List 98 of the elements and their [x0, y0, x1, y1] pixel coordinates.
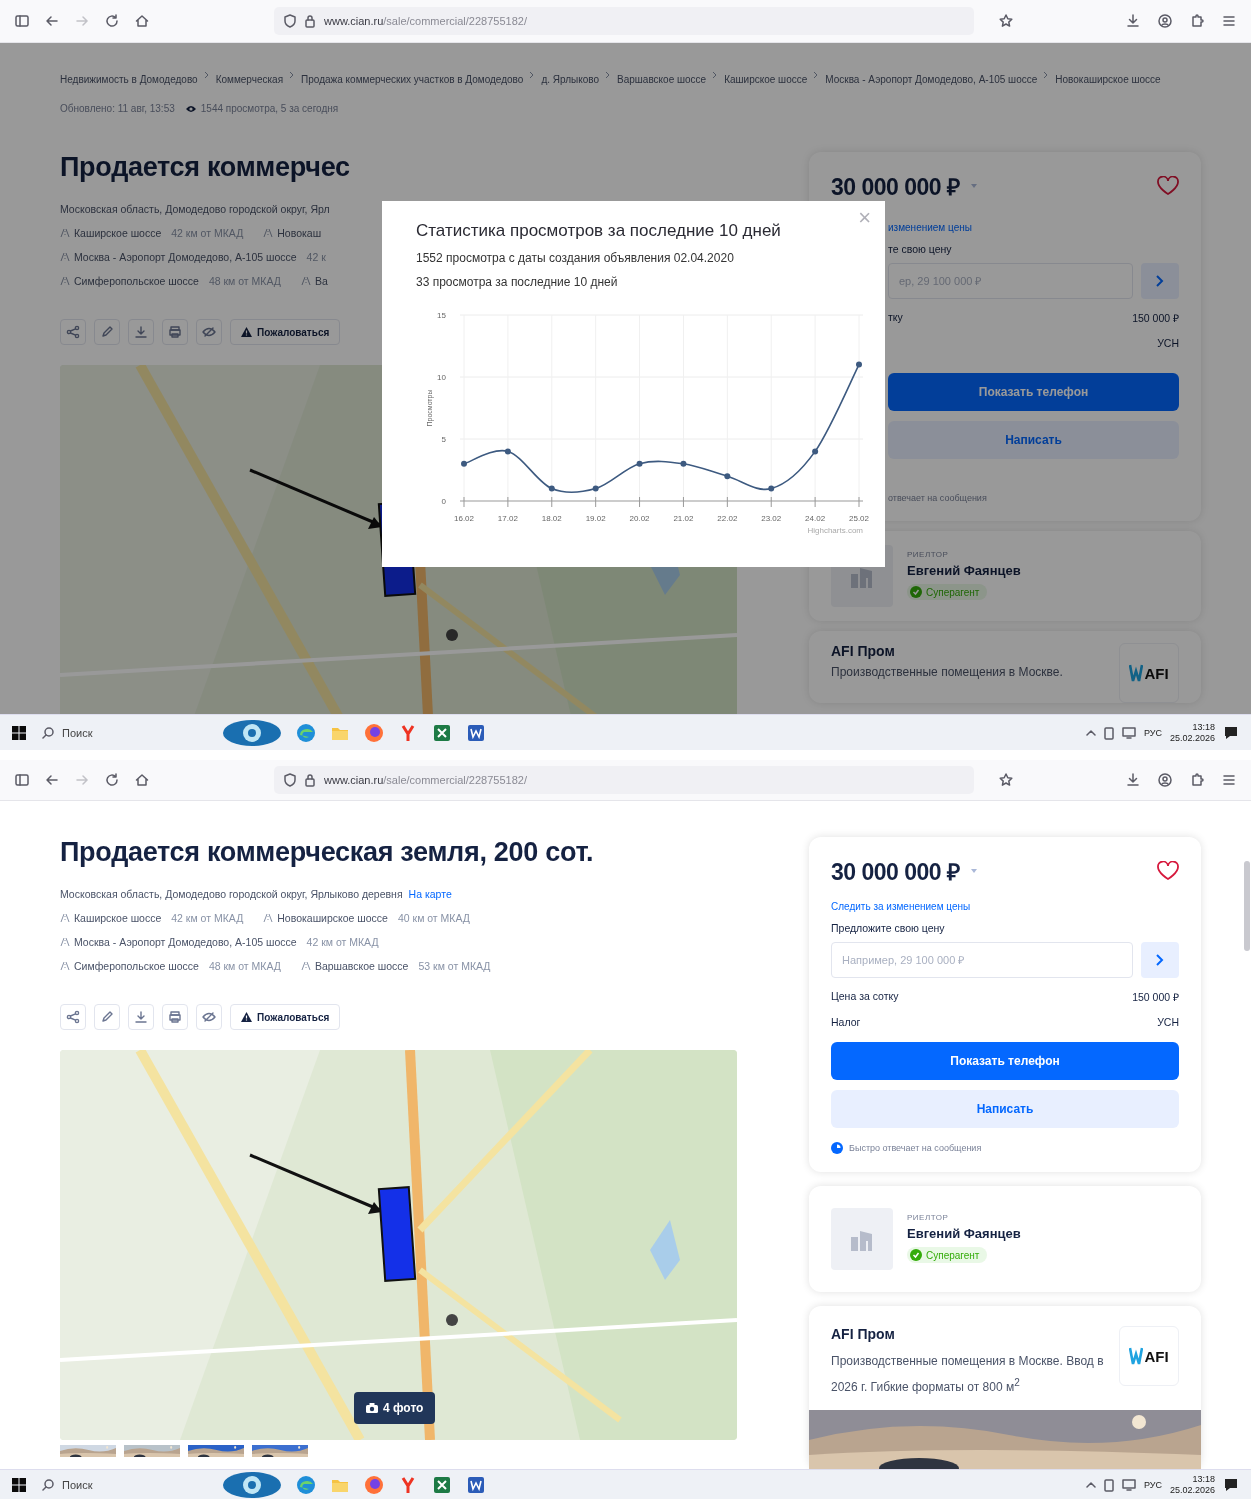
url-text: www.cian.ru/sale/commercial/228755182/ [324, 15, 527, 27]
price-text: 30 000 000 ₽ [831, 173, 960, 202]
distance-text: 40 км от МКАД [397, 911, 470, 926]
x-tick-label: 22.02 [717, 514, 738, 523]
x-tick-label: 19.02 [585, 514, 606, 523]
x-tick-label: 23.02 [761, 514, 782, 523]
map-link[interactable]: На карте [408, 888, 452, 900]
distance-text: 42 км от МКАД [171, 226, 244, 241]
show-phone-button[interactable]: Показать телефон [888, 373, 1179, 411]
highway-link[interactable]: Новокаширское шоссе [277, 906, 388, 930]
distance-text: 42 км от МКАД [171, 911, 244, 926]
taskbar-search[interactable]: Поиск [36, 720, 192, 745]
stats-text: 1552 просмотра с даты создания объявления 02.04.2020 [416, 251, 735, 265]
x-tick-label: 21.02 [673, 514, 694, 523]
detail-label: Цена за сотку [831, 990, 899, 1004]
show-phone-button[interactable]: Показать телефон [831, 1042, 1179, 1080]
update-date: Обновлено: 11 авг, 13:53 [60, 103, 175, 114]
distance-text: 42 к [306, 250, 326, 265]
x-tick-label: 16.02 [454, 514, 474, 523]
detail-value: УСН [1157, 337, 1179, 349]
highway-link[interactable]: Варшавское шоссе [314, 954, 409, 978]
highway-link[interactable]: Каширское шоссе [74, 906, 162, 930]
watch-price-link[interactable]: Следить за изменением цены [831, 901, 1179, 912]
clock-date[interactable]: 25.02.2026 [1169, 732, 1215, 744]
distance-text: 53 км от МКАД [418, 959, 491, 974]
highway-link[interactable]: Москва - Аэропорт Домодедово, А-105 шоссе [74, 930, 297, 954]
stats-text: 33 просмотра за последние 10 дней [416, 275, 619, 289]
y-tick-label: 15 [437, 311, 446, 320]
distance-text: 48 км от МКАД [208, 959, 281, 974]
language-indicator[interactable]: РУС [1143, 727, 1162, 738]
address-text: Московская область, Домодедово городской округ, Ярлыково деревня [60, 888, 403, 900]
highway-link[interactable]: Ва [314, 269, 328, 293]
detail-label: Налог [831, 1016, 861, 1028]
price-text: 30 000 000 ₽ [831, 858, 960, 887]
detail-label: тку [888, 311, 903, 325]
x-tick-label: 18.02 [541, 514, 562, 523]
clock-time[interactable]: 13:18 [1192, 1473, 1215, 1485]
breadcrumb-link[interactable]: Недвижимость в Домодедово [60, 71, 198, 89]
address-bar[interactable]: www.cian.ru/sale/commercial/228755182/ [274, 7, 974, 35]
address-text: Московская область, Домодедово городской округ, Ярл [60, 202, 331, 217]
dialog-title: Статистика просмотров за последние 10 дней [416, 221, 782, 241]
breadcrumb-link[interactable]: д. Ярлыково [541, 71, 600, 89]
x-tick-label: 24.02 [805, 514, 826, 523]
logo-text: AFI [1144, 664, 1169, 682]
breadcrumb-link[interactable]: Продажа коммерческих участков в Домодедово [301, 71, 524, 89]
watch-price-link[interactable]: изменением цены [888, 222, 1179, 233]
detail-value: УСН [1157, 1016, 1179, 1028]
logo-text: AFI [1144, 1347, 1169, 1365]
highway-link[interactable]: Симферопольское шоссе [74, 954, 199, 978]
distance-text: 42 км от МКАД [306, 935, 379, 950]
listing-title: Продается коммерчес [60, 152, 351, 183]
highway-link[interactable]: Новокаш [277, 221, 322, 245]
agent-name[interactable]: Евгений Фаянцев [907, 1226, 1021, 1241]
write-message-button[interactable]: Написать [888, 421, 1179, 459]
taskbar-search[interactable]: Поиск [36, 1472, 192, 1497]
ad-description: Производственные помещения в Москве. Ввод в 2026 г. Гибкие форматы от 800 м$^{2}$ [831, 1353, 1105, 1396]
breadcrumb-link[interactable]: Каширское шоссе [724, 71, 808, 89]
highway-link[interactable]: Москва - Аэропорт Домодедово, А-105 шоссе [74, 245, 297, 269]
breadcrumb-link[interactable]: Москва - Аэропорт Домодедово, А-105 шоссе [825, 71, 1038, 89]
language-indicator[interactable]: РУС [1143, 1479, 1162, 1490]
y-tick-label: 10 [437, 373, 446, 382]
superagent-badge: Суперагент [907, 584, 988, 600]
highway-link[interactable]: Симферопольское шоссе [74, 269, 199, 293]
y-tick-label: 5 [441, 435, 446, 444]
offer-label: те свою цену [888, 243, 953, 255]
x-tick-label: 25.02 [849, 514, 869, 523]
x-tick-label: 17.02 [497, 514, 518, 523]
chart-credit: Highcharts.com [807, 526, 863, 535]
detail-value: 150 000 ₽ [1132, 311, 1179, 325]
agent-role: РИЕЛТОР [907, 1213, 950, 1222]
reply-speed-note: отвечает на сообщения [888, 493, 987, 503]
write-message-button[interactable]: Написать [831, 1090, 1179, 1128]
clock-time[interactable]: 13:18 [1192, 721, 1215, 733]
address-bar[interactable]: www.cian.ru/sale/commercial/228755182/ [274, 766, 974, 794]
breadcrumb-link[interactable]: Варшавское шоссе [617, 71, 707, 89]
views-link[interactable]: 1544 просмотра, 5 за сегодня [200, 103, 339, 114]
ad-title: AFI Пром [831, 643, 896, 659]
breadcrumb-link[interactable]: Коммерческая [215, 71, 284, 89]
y-tick-label: 0 [441, 497, 446, 506]
complain-button[interactable]: Пожаловаться [230, 319, 341, 345]
complain-button[interactable]: Пожаловаться [230, 1004, 341, 1030]
agent-role: РИЕЛТОР [907, 550, 950, 559]
ad-title: AFI Пром [831, 1326, 896, 1342]
url-text: www.cian.ru/sale/commercial/228755182/ [324, 774, 527, 786]
highway-link[interactable]: Каширское шоссе [74, 221, 162, 245]
price-offer-field[interactable]: Например, 29 100 000 ₽ [831, 942, 1133, 978]
photos-button[interactable]: 4 фото [354, 1392, 436, 1424]
ad-description: Производственные помещения в Москве. [831, 664, 1063, 681]
detail-value: 150 000 ₽ [1132, 990, 1179, 1004]
superagent-badge: Суперагент [907, 1247, 988, 1263]
breadcrumb-link[interactable]: Новокаширское шоссе [1055, 71, 1161, 89]
distance-text: 48 км от МКАД [208, 274, 281, 289]
listing-title: Продается коммерческая земля, 200 сот. [60, 837, 595, 868]
x-tick-label: 20.02 [629, 514, 650, 523]
offer-label: Предложите свою цену [831, 922, 946, 934]
reply-speed-note: Быстро отвечает на сообщения [849, 1143, 982, 1153]
agent-name[interactable]: Евгений Фаянцев [907, 563, 1021, 578]
clock-date[interactable]: 25.02.2026 [1169, 1484, 1215, 1496]
